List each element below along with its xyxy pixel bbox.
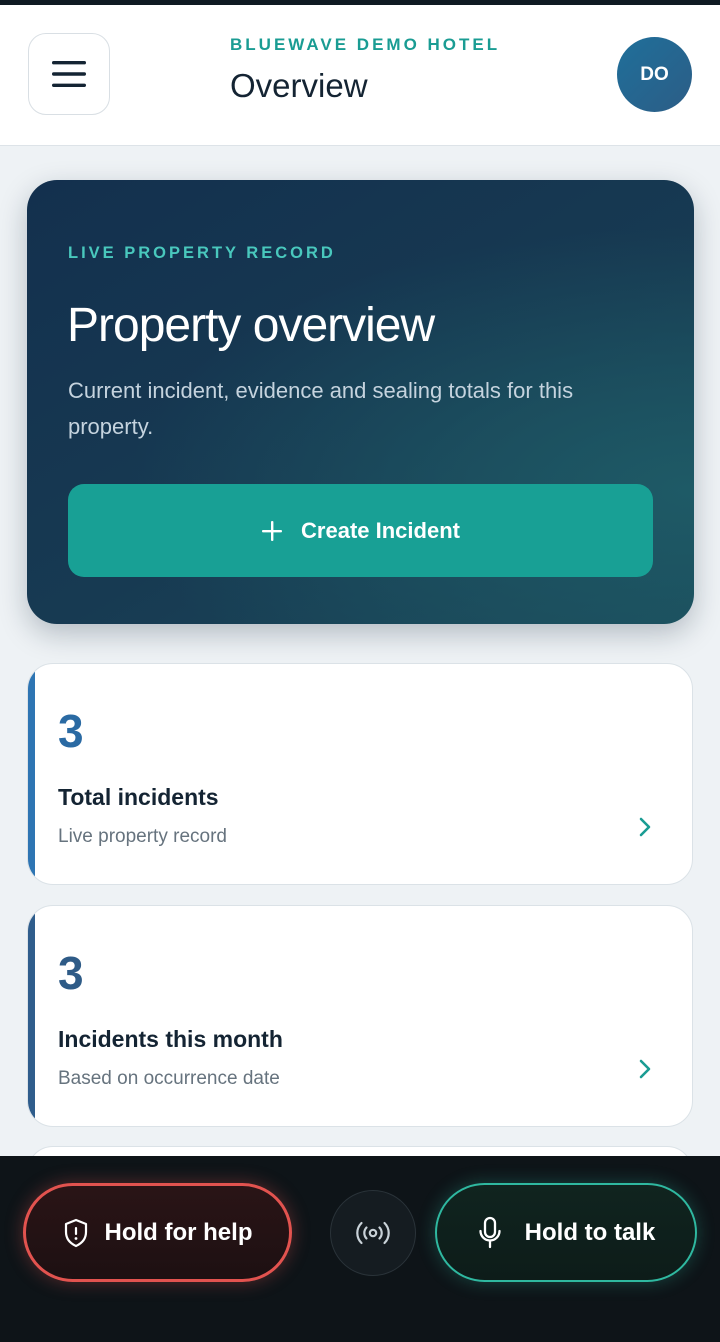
stat-card-incidents-this-month[interactable]: 3 Incidents this month Based on occurren… <box>27 905 693 1127</box>
bottom-action-bar: Hold for help Hold to talk <box>0 1156 720 1342</box>
card-accent <box>28 906 35 1126</box>
shield-alert-icon <box>64 1218 87 1247</box>
hotel-name: BLUEWAVE DEMO HOTEL <box>230 35 501 54</box>
stat-subtitle: Live property record <box>58 826 227 847</box>
stat-card-total-incidents[interactable]: 3 Total incidents Live property record <box>27 663 693 885</box>
hold-to-talk-button[interactable]: Hold to talk <box>435 1183 697 1282</box>
chevron-right-icon <box>639 817 651 837</box>
stat-value: 3 <box>58 705 84 757</box>
app-header: BLUEWAVE DEMO HOTEL Overview DO <box>0 5 720 146</box>
hero-kicker: LIVE PROPERTY RECORD <box>68 244 336 262</box>
stat-label: Incidents this month <box>58 1026 283 1052</box>
stat-label: Total incidents <box>58 784 219 810</box>
page-title: Overview <box>230 67 368 104</box>
stat-value: 3 <box>58 947 84 999</box>
chevron-right-icon <box>639 1059 651 1079</box>
menu-button[interactable] <box>28 33 110 115</box>
avatar[interactable]: DO <box>617 37 692 112</box>
hold-to-talk-label: Hold to talk <box>524 1218 656 1246</box>
create-incident-button[interactable]: Create Incident <box>68 484 653 577</box>
broadcast-button[interactable] <box>330 1190 416 1276</box>
card-accent <box>28 664 35 884</box>
microphone-icon <box>479 1216 501 1248</box>
hero-description: Current incident, evidence and sealing t… <box>68 378 574 439</box>
hero-title: Property overview <box>67 299 435 352</box>
plus-icon <box>262 520 283 541</box>
create-incident-label: Create Incident <box>301 517 460 543</box>
hold-for-help-label: Hold for help <box>104 1218 253 1246</box>
broadcast-icon <box>356 1221 390 1245</box>
property-overview-card: LIVE PROPERTY RECORD Property overview C… <box>27 180 694 624</box>
hold-for-help-button[interactable]: Hold for help <box>23 1183 292 1282</box>
stat-subtitle: Based on occurrence date <box>58 1068 280 1089</box>
hamburger-menu-icon <box>52 61 86 87</box>
